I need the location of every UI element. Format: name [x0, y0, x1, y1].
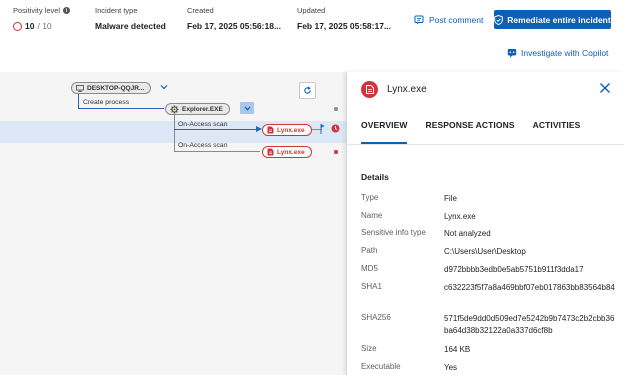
detail-key: MD5 — [361, 264, 378, 273]
chevron-down-icon — [244, 106, 250, 111]
detail-row-executable: Executable Yes — [361, 362, 616, 374]
created-label: Created — [187, 6, 214, 15]
shield-icon — [494, 14, 504, 25]
incident-type-label: Incident type — [95, 6, 138, 15]
detail-key: Type — [361, 193, 379, 202]
detail-value: Yes — [444, 363, 458, 372]
positivity-level: Positivity level i 10 / 10 — [13, 6, 71, 31]
gear-icon — [170, 104, 179, 114]
detail-key: Sensitive info type — [361, 228, 426, 237]
graph-edge — [174, 129, 260, 130]
panel-title: Lynx.exe — [387, 84, 427, 95]
malware-file-icon — [361, 81, 378, 98]
malware-file-icon — [267, 148, 274, 156]
entity-details-panel: Lynx.exe OVERVIEW RESPONSE ACTIONS ACTIV… — [346, 72, 624, 375]
detail-row-sensitive-info: Sensitive info type Not analyzed — [361, 228, 616, 240]
lynx-node-1-label: Lynx.exe — [277, 126, 305, 134]
lynx-node-2-label: Lynx.exe — [277, 148, 305, 156]
status-dot — [334, 107, 338, 111]
detail-row-size: Size 164 KB — [361, 344, 616, 356]
post-comment-button[interactable]: Post comment — [414, 12, 483, 28]
graph-edge — [174, 115, 175, 151]
detail-key: SHA1 — [361, 282, 382, 291]
copilot-icon — [507, 49, 517, 58]
alert-clock-icon — [331, 124, 340, 133]
updated-label: Updated — [297, 6, 326, 15]
detail-value: Lynx.exe — [444, 212, 476, 221]
remediate-incident-button[interactable]: Remediate entire incident — [494, 10, 611, 29]
detail-key: Path — [361, 246, 378, 255]
status-dot — [334, 150, 338, 154]
positivity-value: 10 — [25, 21, 35, 31]
chevron-down-icon[interactable] — [160, 84, 168, 90]
graph-edge — [174, 151, 260, 152]
create-process-label: Create process — [83, 99, 130, 106]
details-section-title: Details — [361, 172, 389, 182]
comment-icon — [414, 15, 424, 25]
detail-key: Name — [361, 211, 383, 220]
flag-icon — [320, 124, 325, 134]
refresh-graph-button[interactable] — [299, 82, 316, 99]
copilot-label: Investigate with Copilot — [521, 48, 609, 58]
panel-tabs: OVERVIEW RESPONSE ACTIONS ACTIVITIES — [347, 118, 624, 144]
process-graph[interactable]: DESKTOP-QQJR... Create process Explorer.… — [0, 72, 346, 375]
detail-row-sha256: SHA256 571f5de9dd0d509ed7e5242b9b7473c2b… — [361, 313, 616, 336]
tab-response-actions[interactable]: RESPONSE ACTIONS — [425, 118, 514, 142]
detail-row-sha1: SHA1 c632223f5f7a8a469bbf07eb017863bb835… — [361, 282, 616, 294]
detail-row-path: Path C:\Users\User\Desktop — [361, 246, 616, 258]
detail-value: Not analyzed — [444, 229, 491, 238]
info-icon[interactable]: i — [63, 7, 71, 14]
scan-label-1: On-Access scan — [178, 121, 228, 128]
graph-node-explorer[interactable]: Explorer.EXE — [165, 103, 230, 115]
severity-ring-icon — [13, 21, 22, 31]
incident-type-value: Malware detected — [95, 21, 166, 31]
detail-row-type: Type File — [361, 193, 616, 205]
created-date: Created Feb 17, 2025 05:56:18... — [187, 6, 281, 31]
incident-header: Positivity level i 10 / 10 Incident type… — [0, 0, 624, 70]
graph-node-lynx-2[interactable]: Lynx.exe — [262, 146, 312, 158]
tab-overview[interactable]: OVERVIEW — [361, 118, 408, 144]
detail-row-name: Name Lynx.exe — [361, 211, 616, 223]
graph-edge — [78, 94, 79, 108]
detail-value: c632223f5f7a8a469bbf07eb017863bb83564b84 — [444, 283, 615, 292]
malware-file-icon — [267, 126, 274, 134]
close-icon[interactable] — [599, 82, 611, 94]
detail-value: 164 KB — [444, 345, 471, 354]
updated-date: Updated Feb 17, 2025 05:58:17... — [297, 6, 391, 31]
tabs-divider — [347, 144, 624, 145]
graph-node-device[interactable]: DESKTOP-QQJR... — [71, 82, 152, 94]
expand-node-button[interactable] — [240, 102, 254, 114]
positivity-max: / 10 — [37, 21, 52, 31]
scan-label-2: On-Access scan — [178, 142, 228, 149]
remediate-label: Remediate entire incident — [507, 14, 611, 25]
positivity-label: Positivity level — [13, 6, 61, 15]
detail-value: C:\Users\User\Desktop — [444, 247, 526, 256]
detail-key: Size — [361, 344, 377, 353]
detail-key: Executable — [361, 362, 401, 371]
device-node-label: DESKTOP-QQJR... — [87, 84, 145, 92]
detail-row-md5: MD5 d972bbbb3edb0e5ab5751b911f3dda17 — [361, 264, 616, 276]
detail-key: SHA256 — [361, 313, 391, 322]
detail-value: File — [444, 194, 457, 203]
incident-type: Incident type Malware detected — [95, 6, 166, 31]
detail-value: d972bbbb3edb0e5ab5751b911f3dda17 — [444, 265, 584, 274]
explorer-node-label: Explorer.EXE — [182, 105, 223, 113]
graph-edge — [78, 108, 164, 109]
tab-activities[interactable]: ACTIVITIES — [533, 118, 581, 142]
graph-node-lynx-1[interactable]: Lynx.exe — [262, 124, 312, 136]
created-value: Feb 17, 2025 05:56:18... — [187, 21, 282, 31]
monitor-icon — [76, 84, 84, 92]
updated-value: Feb 17, 2025 05:58:17... — [297, 21, 392, 31]
investigate-copilot-button[interactable]: Investigate with Copilot — [507, 48, 608, 58]
post-comment-label: Post comment — [429, 15, 484, 25]
detail-value: 571f5de9dd0d509ed7e5242b9b7473c2b2cbb36b… — [444, 314, 615, 335]
refresh-icon — [304, 86, 311, 94]
